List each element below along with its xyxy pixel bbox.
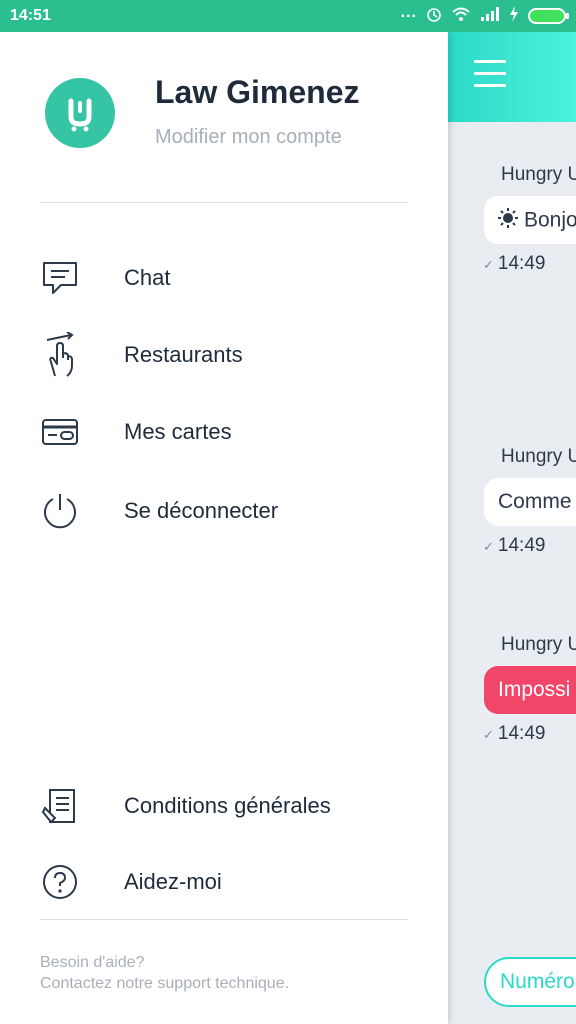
help-line: Contactez notre support technique.: [40, 975, 290, 992]
message-text: Bonjo: [524, 208, 576, 232]
message-time: ✓ 14:49: [483, 253, 546, 274]
support-help-text[interactable]: Besoin d'aide? Contactez notre support t…: [40, 952, 289, 994]
menu-label: Aidez-moi: [124, 869, 222, 894]
charging-icon: [509, 5, 519, 27]
menu-item-mes-cartes[interactable]: Mes cartes: [40, 404, 408, 460]
signal-icon: [480, 6, 500, 27]
user-name: Law Gimenez: [155, 74, 360, 110]
wifi-icon: [451, 6, 471, 27]
divider: [40, 919, 408, 920]
power-icon: [40, 491, 80, 531]
check-icon: ✓: [483, 727, 494, 742]
menu-item-chat[interactable]: Chat: [40, 250, 408, 306]
message-bubble-error[interactable]: Impossi: [484, 666, 576, 714]
message-author: Hungry U: [501, 634, 576, 655]
menu-item-logout[interactable]: Se déconnecter: [40, 483, 408, 539]
credit-card-icon: [40, 412, 80, 452]
battery-icon: [528, 8, 569, 24]
message-text: Comme: [498, 490, 572, 513]
menu-item-conditions[interactable]: Conditions générales: [40, 778, 408, 834]
menu-label: Restaurants: [124, 342, 243, 367]
chat-header: [448, 32, 576, 122]
edit-account-link[interactable]: Modifier mon compte: [155, 126, 342, 149]
phone-number-button[interactable]: Numéro: [484, 957, 576, 1007]
check-icon: ✓: [483, 257, 494, 272]
chat-bubble-icon: [40, 258, 80, 298]
help-line: Besoin d'aide?: [40, 954, 145, 971]
menu-label: Mes cartes: [124, 419, 232, 444]
menu-label: Se déconnecter: [124, 498, 279, 523]
menu-item-help[interactable]: Aidez-moi: [40, 854, 408, 910]
notification-dots-icon: ...: [400, 4, 417, 21]
message-text: Impossi: [498, 678, 571, 701]
menu-hamburger-icon[interactable]: [474, 60, 506, 92]
alarm-icon: [426, 7, 442, 26]
menu-item-restaurants[interactable]: Restaurants: [40, 327, 408, 383]
message-author: Hungry U: [501, 446, 576, 467]
menu-label: Conditions générales: [124, 793, 331, 818]
hand-pointer-icon: [40, 332, 80, 377]
sun-icon: [498, 208, 518, 234]
divider: [40, 202, 408, 203]
avatar[interactable]: [45, 78, 115, 148]
app-logo-icon: [68, 98, 92, 132]
chat-pane: Hungry U Bonjo ✓ 14:49 Hungry U Comme ✓ 14…: [448, 32, 576, 1024]
menu-label: Chat: [124, 265, 171, 290]
check-icon: ✓: [483, 539, 494, 554]
message-time: ✓ 14:49: [483, 535, 546, 556]
message-author: Hungry U: [501, 164, 576, 185]
message-bubble[interactable]: Comme: [484, 478, 576, 526]
status-bar: 14:51 ...: [0, 0, 576, 32]
message-time: ✓ 14:49: [483, 723, 546, 744]
navigation-drawer: Law Gimenez Modifier mon compte Chat Res…: [0, 32, 448, 1024]
status-icons: ...: [400, 4, 569, 27]
question-circle-icon: [40, 862, 80, 902]
message-bubble[interactable]: Bonjo: [484, 196, 576, 244]
document-icon: [40, 786, 80, 826]
status-time: 14:51: [10, 7, 51, 24]
